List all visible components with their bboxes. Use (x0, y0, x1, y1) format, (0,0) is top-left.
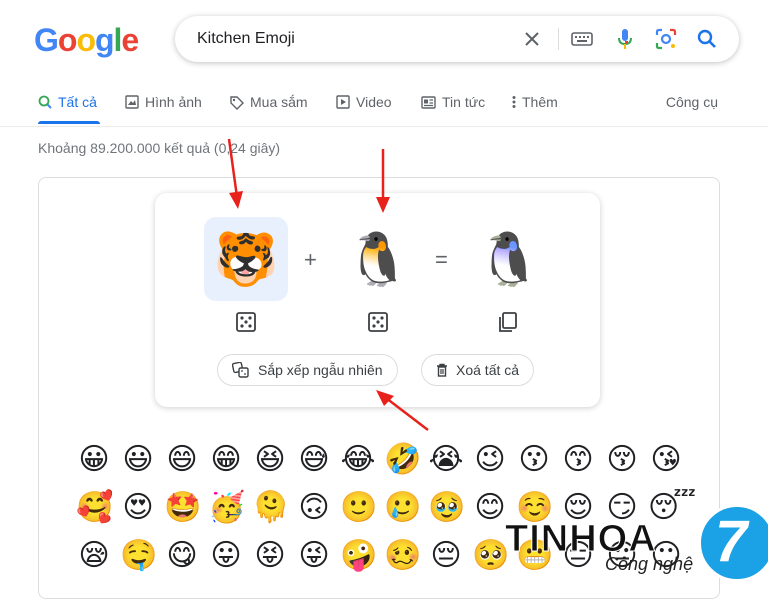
emoji-option[interactable]: 🥰 (76, 490, 113, 526)
tab-label: Mua sắm (250, 94, 308, 110)
emoji-option[interactable]: 😜 (296, 538, 332, 574)
tab-label: Video (356, 94, 392, 110)
clear-all-label: Xoá tất cả (456, 362, 520, 378)
emoji-option[interactable]: 😔 (428, 538, 464, 574)
tag-icon (230, 95, 244, 110)
tab-news[interactable]: Tin tức (421, 94, 485, 110)
emoji-option[interactable]: 😃 (120, 442, 156, 478)
emoji-option[interactable]: 😅 (296, 442, 332, 478)
microphone-icon[interactable] (612, 26, 638, 52)
tab-shopping[interactable]: Mua sắm (229, 94, 308, 110)
keyboard-icon[interactable] (569, 26, 595, 52)
emoji-option[interactable]: 🤩 (164, 490, 201, 526)
emoji-option[interactable]: 😄 (164, 442, 200, 478)
search-box[interactable]: Kitchen Emoji (175, 16, 739, 62)
emoji-option[interactable]: 🤤 (120, 538, 157, 574)
emoji-option[interactable]: 🥺 (472, 538, 509, 574)
annotation-arrow (227, 138, 243, 209)
more-vert-icon (512, 96, 516, 108)
emoji-option[interactable]: 😍 (120, 490, 156, 526)
watermark-logo: TINHOA Công nghệ 7 (505, 504, 768, 582)
emoji-option[interactable]: 😀 (76, 442, 112, 478)
emoji-option[interactable]: 😘 (648, 442, 684, 478)
emoji-option[interactable]: 😂 (340, 442, 376, 478)
emoji-option[interactable]: 🥳 (208, 490, 245, 526)
tab-video[interactable]: Video (336, 94, 392, 110)
plus-sign: + (304, 247, 317, 272)
google-logo[interactable]: Google (34, 22, 139, 59)
result-emoji[interactable]: 🐧 (467, 217, 551, 301)
tab-all[interactable]: Tất cả (38, 94, 97, 110)
tab-images[interactable]: Hình ảnh (125, 94, 202, 110)
play-icon (336, 95, 350, 109)
emoji-option[interactable]: 😛 (208, 538, 244, 574)
right-emoji-slot[interactable]: 🐧 (336, 217, 420, 301)
emoji-option[interactable]: 🥲 (384, 490, 421, 526)
equals-sign: = (435, 247, 448, 272)
tab-label: Tất cả (58, 94, 97, 110)
emoji-option[interactable]: 😝 (252, 538, 288, 574)
watermark-subtitle: Công nghệ (605, 554, 694, 574)
left-emoji-slot[interactable]: 🐯 (204, 217, 288, 301)
emoji-option[interactable]: 🤪 (340, 538, 377, 574)
emoji-option[interactable]: 🙃 (296, 490, 332, 526)
clear-all-button[interactable]: Xoá tất cả (421, 354, 535, 386)
emoji-option[interactable]: 😪 (76, 538, 112, 574)
active-tab-indicator (38, 121, 100, 124)
emoji-option[interactable]: 😙 (560, 442, 596, 478)
shuffle-button[interactable]: Sắp xếp ngẫu nhiên (217, 354, 398, 386)
dice-icon[interactable] (235, 311, 257, 333)
tab-label: Tin tức (442, 94, 486, 110)
tab-label: Hình ảnh (145, 94, 202, 110)
tab-label: Thêm (522, 94, 558, 110)
emoji-combiner-card: 🐯 + 🐧 = 🐧 Sắp xếp ngẫu nhiên Xoá tất cả (155, 193, 600, 407)
emoji-option[interactable]: 😚 (604, 442, 640, 478)
emoji-option[interactable]: 😊 (472, 490, 508, 526)
copy-icon[interactable] (497, 311, 519, 333)
emoji-option[interactable]: 🙂 (340, 490, 377, 526)
shuffle-label: Sắp xếp ngẫu nhiên (258, 362, 383, 378)
annotation-arrow (376, 390, 429, 431)
emoji-option[interactable]: 🥹 (428, 490, 465, 526)
emoji-option[interactable]: 😉 (472, 442, 508, 478)
search-tabs: Tất cả Hình ảnh Mua sắm Video Tin tức Th… (0, 88, 768, 127)
emoji-option[interactable]: 😆 (252, 442, 288, 478)
dice-icon[interactable] (367, 311, 389, 333)
emoji-option[interactable]: 😭 (428, 442, 464, 478)
search-icon[interactable] (694, 26, 720, 52)
news-icon (421, 95, 436, 109)
trash-icon (437, 363, 447, 377)
watermark-number: 7 (715, 509, 748, 574)
emoji-option[interactable]: 😋 (164, 538, 200, 574)
emoji-option[interactable]: 😗 (516, 442, 552, 478)
tab-more[interactable]: Thêm (512, 94, 558, 110)
emoji-option[interactable]: 🤣 (384, 442, 421, 478)
lens-icon[interactable] (653, 26, 679, 52)
tools-button[interactable]: Công cụ (666, 94, 718, 110)
emoji-option[interactable]: 🥴 (384, 538, 421, 574)
shuffle-icon (232, 362, 249, 378)
search-icon (38, 95, 52, 109)
annotation-arrow (376, 149, 390, 213)
clear-icon[interactable] (519, 26, 545, 52)
emoji-row: 😀 😃 😄 😁 😆 😅 😂 🤣 😭 😉 😗 😙 😚 😘 (76, 442, 696, 478)
image-icon (125, 95, 139, 109)
emoji-option[interactable]: 🫠 (252, 490, 289, 526)
search-divider (558, 28, 559, 50)
search-input[interactable]: Kitchen Emoji (197, 30, 295, 48)
emoji-option[interactable]: 😁 (208, 442, 244, 478)
